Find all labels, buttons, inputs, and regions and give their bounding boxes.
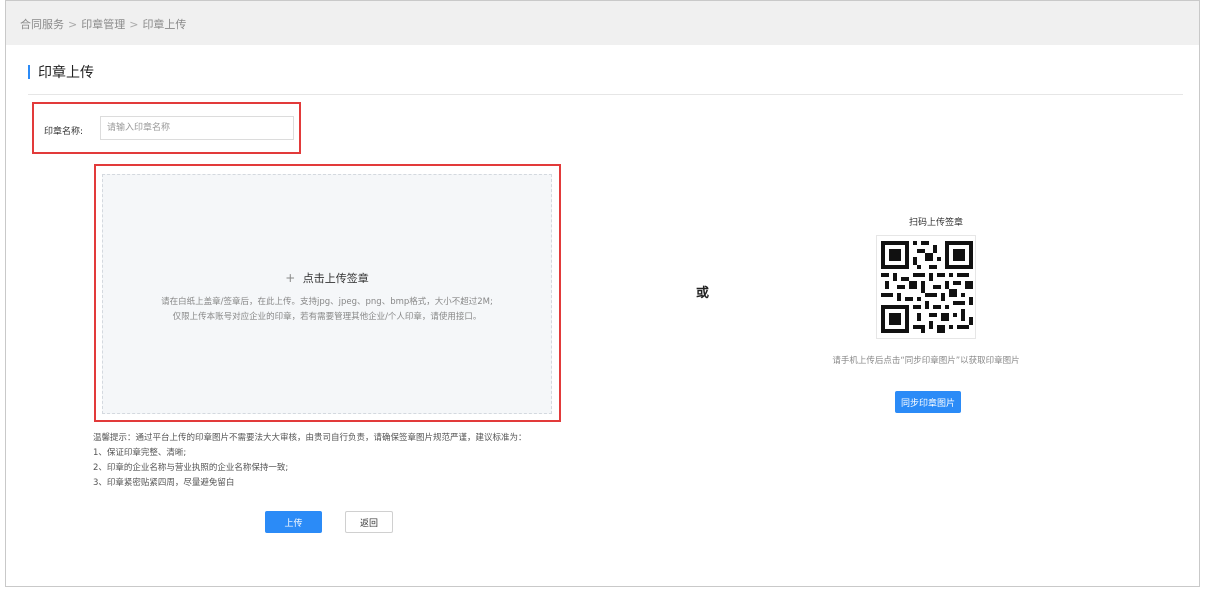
back-button[interactable]: 返回 xyxy=(345,511,393,533)
page-title-text: 印章上传 xyxy=(38,65,94,81)
upload-dropzone[interactable]: + 点击上传签章 请在白纸上盖章/签章后，在此上传。支持jpg、jpeg、png… xyxy=(102,174,552,414)
title-accent-bar xyxy=(28,65,30,79)
tips-line: 1、保证印章完整、清晰; xyxy=(93,448,187,458)
or-separator: 或 xyxy=(696,286,710,301)
breadcrumb-item-contract-service[interactable]: 合同服务 xyxy=(20,16,64,32)
breadcrumb-separator: > xyxy=(68,17,78,31)
upload-title[interactable]: + 点击上传签章 xyxy=(103,270,551,286)
qr-code xyxy=(876,235,976,339)
upload-section: + 点击上传签章 请在白纸上盖章/签章后，在此上传。支持jpg、jpeg、png… xyxy=(94,164,561,422)
seal-name-label: 印章名称: xyxy=(44,127,84,137)
plus-icon: + xyxy=(285,271,296,285)
qr-code-icon xyxy=(881,241,973,333)
breadcrumb-item-seal-upload: 印章上传 xyxy=(142,18,187,31)
divider xyxy=(28,94,1183,95)
breadcrumb-separator: > xyxy=(129,17,139,31)
tips-line: 温馨提示：通过平台上传的印章图片不需要法大大审核，由贵司自行负责，请确保签章图片… xyxy=(93,433,527,443)
tips-line: 2、印章的企业名称与营业执照的企业名称保持一致; xyxy=(93,463,289,473)
qr-hint: 请手机上传后点击“同步印章图片”以获取印章图片 xyxy=(832,356,1020,366)
breadcrumb: 合同服务 > 印章管理 > 印章上传 xyxy=(20,16,186,32)
page-title: 印章上传 xyxy=(28,62,94,82)
sync-seal-image-button[interactable]: 同步印章图片 xyxy=(895,391,961,413)
upload-description: 请在白纸上盖章/签章后，在此上传。支持jpg、jpeg、png、bmp格式，大小… xyxy=(103,295,551,325)
upload-desc-line-2: 仅限上传本账号对应企业的印章，若有需要管理其他企业/个人印章，请使用接口。 xyxy=(172,312,482,322)
upload-desc-line-1: 请在白纸上盖章/签章后，在此上传。支持jpg、jpeg、png、bmp格式，大小… xyxy=(161,297,493,307)
breadcrumb-item-seal-management[interactable]: 印章管理 xyxy=(81,16,125,32)
top-bar: 合同服务 > 印章管理 > 印章上传 xyxy=(6,1,1199,45)
upload-title-text: 点击上传签章 xyxy=(302,272,369,285)
tips: 温馨提示：通过平台上传的印章图片不需要法大大审核，由贵司自行负责，请确保签章图片… xyxy=(93,431,527,491)
qr-title: 扫码上传签章 xyxy=(908,218,963,228)
seal-name-input[interactable] xyxy=(100,116,294,140)
seal-name-row: 印章名称: xyxy=(32,102,301,154)
tips-line: 3、印章紧密贴紧四周，尽量避免留白 xyxy=(93,478,235,488)
upload-button[interactable]: 上传 xyxy=(265,511,322,533)
app-frame: 合同服务 > 印章管理 > 印章上传 印章上传 印章名称: + 点击上传签章 请… xyxy=(5,0,1200,587)
